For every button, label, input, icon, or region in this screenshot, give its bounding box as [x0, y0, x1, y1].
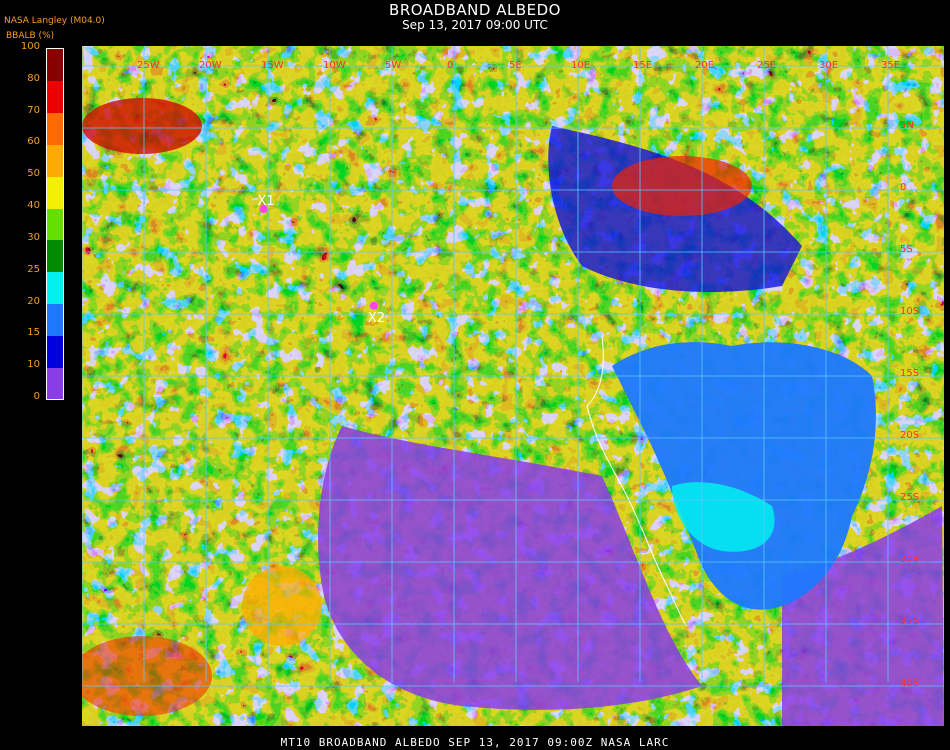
longitude-label: 20W	[199, 60, 222, 71]
marker-label: X2	[368, 311, 385, 326]
longitude-label: 30E	[819, 60, 838, 71]
marker-dot	[369, 301, 378, 310]
longitude-label: 5W	[385, 60, 401, 71]
longitude-label: 25W	[137, 60, 160, 71]
longitude-label: 15E	[633, 60, 652, 71]
latitude-label: 10S	[900, 306, 919, 317]
colorbar-band	[47, 49, 63, 82]
latitude-label: 30S	[900, 554, 919, 565]
longitude-label: 25E	[757, 60, 776, 71]
colorbar-tick-label: 100	[20, 41, 40, 52]
latitude-label: 5N	[900, 120, 914, 131]
colorbar-band	[47, 144, 63, 177]
latitude-label: 0	[900, 182, 906, 193]
albedo-map: 25W 20W 15W 10W 5W 0 5E 10E 15E 20E 25E 30E 35E 5N 0 5S…	[82, 46, 944, 726]
colorbar-band	[47, 303, 63, 336]
colorbar-band	[47, 208, 63, 241]
colorbar-band	[47, 239, 63, 273]
colorbar-band	[47, 176, 63, 209]
colorbar-band	[47, 112, 63, 145]
colorbar-band	[47, 80, 63, 114]
longitude-label: 0	[447, 60, 453, 71]
source-label: NASA Langley (M04.0)	[4, 16, 105, 26]
colorbar-tick-label: 10	[27, 359, 40, 371]
longitude-label: 15W	[261, 60, 284, 71]
longitude-label: 10E	[571, 60, 590, 71]
colorbar-tick-label: 80	[27, 72, 40, 84]
marker-label: X1	[257, 194, 274, 209]
footer-caption: MT10 BROADBAND ALBEDO SEP 13, 2017 09:00…	[280, 736, 670, 749]
colorbar-band	[47, 271, 63, 305]
latitude-label: 5S	[900, 244, 913, 255]
colorbar-tick-label: 0	[33, 391, 40, 402]
colorbar-tick-label: 15	[27, 327, 40, 339]
latitude-label: 35S	[900, 616, 919, 627]
colorbar-tick-label: 25	[27, 263, 40, 275]
colorbar-band	[47, 335, 63, 368]
latitude-label: 15S	[900, 368, 919, 379]
colorbar-tick-label: 20	[27, 295, 40, 307]
longitude-label: 5E	[509, 60, 522, 71]
map-title: BROADBAND ALBEDO	[389, 1, 561, 19]
colorbar-tick-label: 70	[27, 104, 40, 116]
colorbar-tick-label: 60	[27, 136, 40, 148]
colorbar-tick-label: 40	[27, 200, 40, 212]
map-timestamp: Sep 13, 2017 09:00 UTC	[402, 18, 548, 32]
longitude-label: 35E	[881, 60, 900, 71]
cloud-cluster	[242, 566, 322, 646]
cloud-cluster	[612, 156, 752, 216]
colorbar-tick-label: 50	[27, 168, 40, 180]
latitude-label: 40S	[900, 678, 919, 689]
colorbar-band	[47, 367, 63, 400]
latitude-label: 20S	[900, 430, 919, 441]
colorbar	[46, 48, 64, 400]
colorbar-tick-label: 30	[27, 231, 40, 243]
longitude-label: 20E	[695, 60, 714, 71]
colorbar-unit-label: BBALB (%)	[6, 31, 55, 41]
longitude-label: 10W	[323, 60, 346, 71]
cloud-cluster	[82, 98, 202, 154]
latitude-label: 25S	[900, 492, 919, 503]
